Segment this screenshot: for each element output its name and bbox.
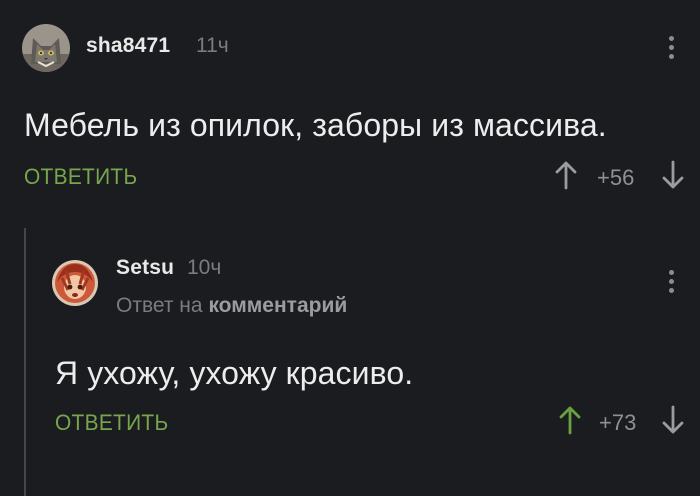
timestamp: 10ч bbox=[187, 256, 222, 279]
reply-to-prefix: Ответ на bbox=[116, 294, 203, 317]
cat-avatar-icon bbox=[22, 24, 70, 72]
reply-button[interactable]: ОТВЕТИТЬ bbox=[55, 410, 168, 436]
more-dots-icon[interactable] bbox=[669, 36, 675, 59]
user-avatar-anime[interactable] bbox=[52, 260, 98, 306]
reply-to-target[interactable]: комментарий bbox=[208, 294, 347, 317]
thread-line bbox=[24, 228, 26, 496]
comment-thread: sha8471 11ч Мебель из опилок, заборы из … bbox=[0, 0, 700, 496]
rating-value: +56 bbox=[597, 165, 635, 190]
username[interactable]: Setsu bbox=[116, 256, 174, 280]
reply-to-link[interactable]: Ответ на комментарий bbox=[116, 294, 347, 318]
arrow-up-icon[interactable] bbox=[558, 405, 582, 435]
comment-text: Я ухожу, ухожу красиво. bbox=[55, 355, 414, 391]
arrow-down-icon[interactable] bbox=[661, 160, 685, 190]
rating-value: +73 bbox=[599, 410, 637, 435]
anime-avatar-icon bbox=[52, 260, 98, 306]
reply-button[interactable]: ОТВЕТИТЬ bbox=[24, 164, 137, 190]
timestamp: 11ч bbox=[196, 34, 229, 57]
user-avatar-cat[interactable] bbox=[22, 24, 70, 72]
arrow-down-icon[interactable] bbox=[661, 405, 685, 435]
more-dots-icon[interactable] bbox=[669, 270, 675, 293]
username[interactable]: sha8471 bbox=[86, 34, 170, 58]
comment-text: Мебель из опилок, заборы из массива. bbox=[24, 107, 607, 143]
arrow-up-icon[interactable] bbox=[554, 160, 578, 190]
